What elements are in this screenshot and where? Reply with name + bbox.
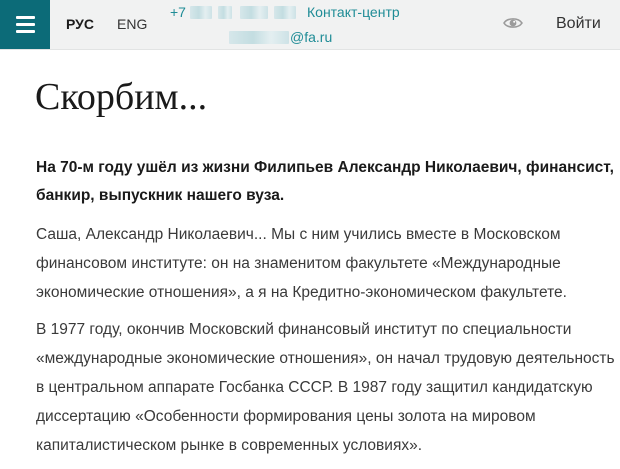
article-paragraph: Саша, Александр Николаевич... Мы с ним у…	[36, 226, 567, 301]
redacted-phone-part	[217, 6, 232, 19]
redacted-phone-part	[273, 6, 296, 19]
contact-center-link[interactable]: Контакт-центр	[307, 4, 400, 20]
menu-button[interactable]	[0, 0, 50, 49]
page: РУС ENG +7 Контакт-центр @fa.ru Войти Ск…	[0, 0, 620, 469]
accessibility-toggle[interactable]	[503, 16, 523, 30]
contact-email[interactable]: @fa.ru	[229, 29, 332, 45]
redacted-phone-part	[189, 6, 212, 19]
contact-phone[interactable]: +7	[170, 4, 296, 20]
redacted-phone-part	[239, 6, 268, 19]
email-domain: @fa.ru	[290, 29, 333, 45]
phone-prefix: +7	[170, 4, 186, 20]
language-en-link[interactable]: ENG	[117, 16, 147, 32]
page-title: Скорбим...	[35, 76, 208, 118]
login-button[interactable]: Войти	[556, 15, 601, 33]
language-ru-link[interactable]: РУС	[66, 16, 94, 32]
eye-icon	[503, 18, 523, 28]
article-lead: На 70-м году ушёл из жизни Филипьев Алек…	[36, 159, 614, 204]
redacted-email-part	[229, 31, 289, 44]
article-paragraph: В 1977 году, окончив Московский финансов…	[36, 321, 615, 454]
header-bar: РУС ENG +7 Контакт-центр @fa.ru Войти	[0, 0, 620, 50]
